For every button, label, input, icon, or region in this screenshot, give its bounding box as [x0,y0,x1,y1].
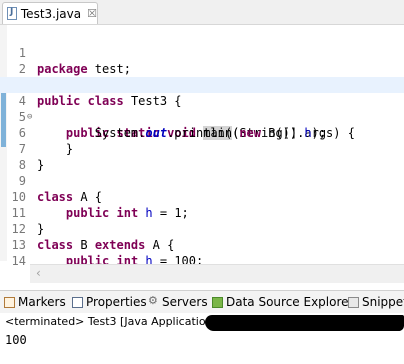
code-line: 7 } [0,125,404,172]
code-line: 12 class B extends A { [0,205,404,252]
code-line: 5 System.out.println((new B()).h); [0,93,404,140]
code-line: 6 } [0,109,404,156]
tab-properties[interactable]: Properties [72,291,147,313]
editor-tab-bar: Test3.java ☒ [0,0,404,25]
tab-label: Snippets [362,295,404,309]
line-number: 14 [11,254,26,268]
tab-markers[interactable]: Markers [4,291,66,313]
code-line: 10 public int h = 1; [0,173,404,220]
tab-snippets[interactable]: Snippets [348,291,404,313]
code-line: 3 public class Test3 { [0,61,404,108]
tab-servers[interactable]: Servers [148,291,208,313]
horizontal-scrollbar[interactable]: ‹ [30,264,404,283]
console-output: 100 [5,333,27,347]
panel-tab-bar: Markers Properties Servers Data Source E… [0,290,404,314]
servers-icon [148,294,159,308]
code-line: 11 } [0,189,404,236]
close-icon[interactable]: ☒ [87,7,97,20]
properties-icon [72,296,83,308]
code-line: 2 [0,45,404,76]
redaction-mark [205,315,404,331]
snippets-icon [348,296,359,308]
data-source-explorer-icon [212,296,223,308]
code-line: 1 package test; [0,29,404,76]
console-status: <terminated> Test3 [Java Application] [5,315,217,328]
code-line: 14 } [0,237,404,284]
tab-data-source-explorer[interactable]: Data Source Explorer [212,291,353,313]
tab-label: Markers [18,295,66,309]
code-line-current: 4 ⊖ public static void main(String[] arg… [0,77,404,140]
code-line: 8 [0,141,404,172]
markers-icon [4,296,15,308]
console-header: <terminated> Test3 [Java Application] [0,313,404,331]
code-line: 9 class A { [0,157,404,204]
editor-tab-label: Test3.java [20,6,82,21]
code-line: 13 public int h = 100; [0,221,404,268]
tab-label: Data Source Explorer [226,295,354,309]
scroll-left-icon[interactable]: ‹ [36,266,41,280]
code-editor[interactable]: 1 package test; 2 3 public class Test3 {… [0,25,404,284]
tab-label: Servers [162,295,208,309]
console-output-area[interactable]: 100 [0,331,404,364]
editor-tab-test3[interactable]: Test3.java ☒ [2,2,98,24]
tab-label: Properties [86,295,147,309]
java-file-icon [7,7,17,20]
